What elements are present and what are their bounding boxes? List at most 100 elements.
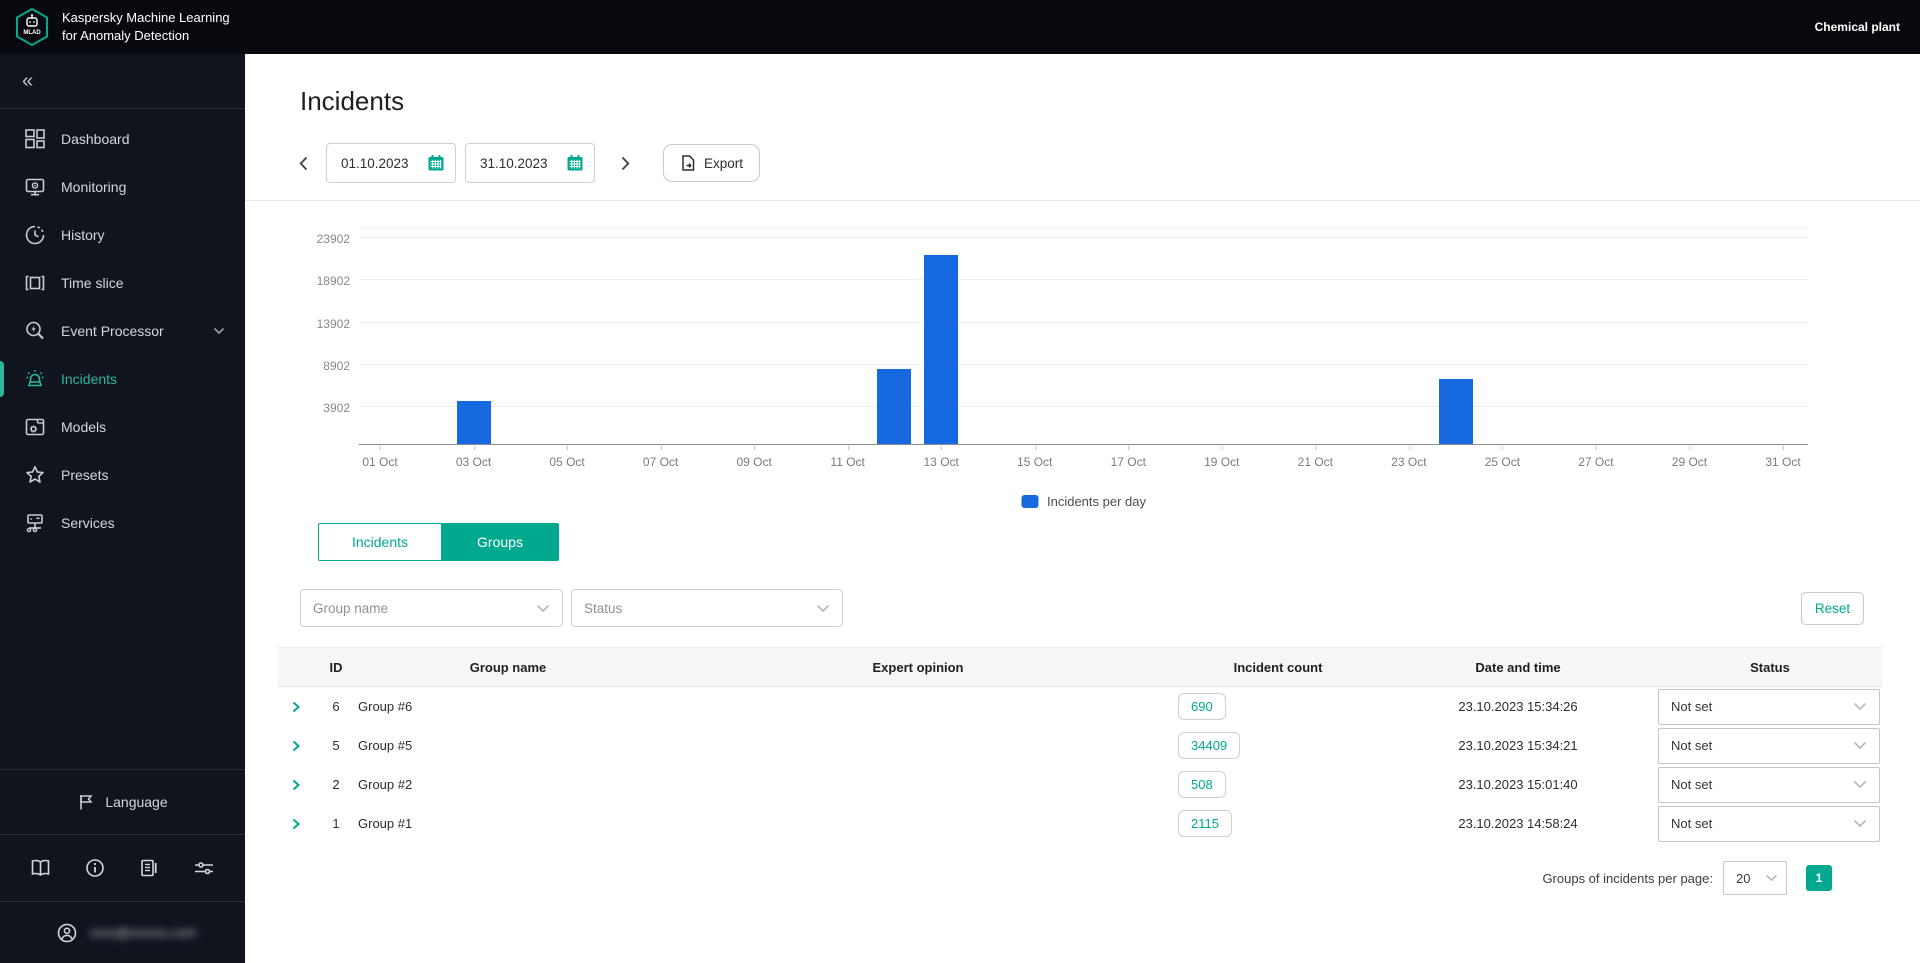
column-expert-opinion: Expert opinion <box>658 660 1178 675</box>
bar-12-oct[interactable] <box>877 369 911 444</box>
sidebar: « Dashboard Monitoring <box>0 54 245 963</box>
sidebar-item-incidents[interactable]: Incidents <box>0 355 245 403</box>
info-icon[interactable] <box>85 858 105 878</box>
cell-id: 6 <box>314 699 358 714</box>
page-number-button[interactable]: 1 <box>1806 865 1832 891</box>
incident-count-badge[interactable]: 2115 <box>1178 810 1232 837</box>
per-page-select[interactable]: 20 <box>1723 861 1787 895</box>
group-name-filter-select[interactable]: Group name <box>300 589 563 627</box>
y-axis-tick-label: 23902 <box>317 232 350 246</box>
status-select[interactable]: Not set <box>1658 806 1880 842</box>
x-axis-tick-label: 19 Oct <box>1204 455 1239 469</box>
event-processor-icon <box>24 320 46 342</box>
bar-24-oct[interactable] <box>1439 379 1473 444</box>
cell-id: 1 <box>314 816 358 831</box>
x-axis-tick-label: 27 Oct <box>1578 455 1613 469</box>
status-value: Not set <box>1671 816 1712 831</box>
sidebar-item-history[interactable]: History <box>0 211 245 259</box>
x-axis-tick <box>1783 446 1784 450</box>
status-filter-select[interactable]: Status <box>571 589 843 627</box>
user-avatar-icon <box>56 922 78 944</box>
status-select[interactable]: Not set <box>1658 767 1880 803</box>
table-row: 1Group #1 2115 23.10.2023 14:58:24 Not set <box>278 804 1882 843</box>
incidents-siren-icon <box>24 368 46 390</box>
cell-datetime: 23.10.2023 14:58:24 <box>1378 816 1658 831</box>
sidebar-nav: Dashboard Monitoring History <box>0 109 245 547</box>
x-axis-tick <box>1689 446 1690 450</box>
x-axis-tick-label: 29 Oct <box>1672 455 1707 469</box>
export-button[interactable]: Export <box>663 144 760 182</box>
reset-filters-button[interactable]: Reset <box>1801 592 1864 625</box>
calendar-icon[interactable] <box>427 154 445 172</box>
services-icon <box>24 512 46 534</box>
y-axis-tick-label: 3902 <box>323 401 350 415</box>
table-body: 6Group #669023.10.2023 15:34:26Not set5G… <box>278 687 1882 843</box>
incident-count-badge[interactable]: 690 <box>1178 693 1226 720</box>
language-button[interactable]: Language <box>0 770 245 834</box>
cell-group-name: Group #5 <box>358 738 658 753</box>
expand-row-icon[interactable] <box>278 701 314 713</box>
language-flag-icon <box>77 793 95 811</box>
sidebar-item-models[interactable]: Models <box>0 403 245 451</box>
chevron-down-icon <box>1853 819 1867 828</box>
mlad-hexagon-logo-icon: MLAD <box>14 7 50 47</box>
time-slice-icon <box>24 272 46 294</box>
x-axis-tick-label: 01 Oct <box>362 455 397 469</box>
sidebar-collapse-button[interactable]: « <box>22 70 31 93</box>
cell-group-name: Group #2 <box>358 777 658 792</box>
dashboard-icon <box>24 128 46 150</box>
chart-x-axis <box>359 444 1808 445</box>
bar-03-oct[interactable] <box>457 401 491 444</box>
user-account[interactable]: xxxx@xxxxxx.com <box>0 902 245 963</box>
export-icon <box>680 154 696 172</box>
status-select[interactable]: Not set <box>1658 689 1880 725</box>
date-to-value[interactable] <box>480 156 566 171</box>
x-axis-tick <box>567 446 568 450</box>
bar-13-oct[interactable] <box>924 255 958 444</box>
book-icon[interactable] <box>30 859 51 877</box>
date-to-input[interactable] <box>465 143 595 183</box>
x-axis-tick-label: 03 Oct <box>456 455 491 469</box>
app-logo: MLAD <box>14 7 50 47</box>
chart-gridline <box>359 279 1808 280</box>
x-axis-tick-label: 21 Oct <box>1298 455 1333 469</box>
next-period-button[interactable] <box>611 149 639 177</box>
filters-row: Group name Status <box>300 589 843 627</box>
chart-gridline <box>359 364 1808 365</box>
expand-row-icon[interactable] <box>278 818 314 830</box>
chart-gridline <box>359 237 1808 238</box>
changelog-icon[interactable] <box>139 858 159 878</box>
sidebar-item-presets[interactable]: Presets <box>0 451 245 499</box>
chart-legend: Incidents per day <box>1021 494 1146 509</box>
pagination: Groups of incidents per page: 20 1 <box>1542 861 1832 895</box>
x-axis-tick <box>941 446 942 450</box>
cell-id: 5 <box>314 738 358 753</box>
tab-groups[interactable]: Groups <box>441 523 559 561</box>
sidebar-item-monitoring[interactable]: Monitoring <box>0 163 245 211</box>
expand-row-icon[interactable] <box>278 740 314 752</box>
previous-period-button[interactable] <box>289 149 317 177</box>
settings-sliders-icon[interactable] <box>193 859 215 877</box>
cell-group-name: Group #6 <box>358 699 658 714</box>
legend-swatch <box>1021 495 1038 508</box>
tab-incidents[interactable]: Incidents <box>318 523 442 561</box>
incident-count-badge[interactable]: 34409 <box>1178 732 1240 759</box>
date-from-value[interactable] <box>341 156 427 171</box>
chevron-down-icon <box>816 604 830 613</box>
sidebar-item-services[interactable]: Services <box>0 499 245 547</box>
incident-count-badge[interactable]: 508 <box>1178 771 1226 798</box>
sidebar-item-event-processor[interactable]: Event Processor <box>0 307 245 355</box>
cell-group-name: Group #1 <box>358 816 658 831</box>
x-axis-tick <box>1409 446 1410 450</box>
cell-datetime: 23.10.2023 15:01:40 <box>1378 777 1658 792</box>
calendar-icon[interactable] <box>566 154 584 172</box>
chevron-down-icon <box>536 604 550 613</box>
sidebar-item-dashboard[interactable]: Dashboard <box>0 115 245 163</box>
main-content: Incidents <box>245 54 1920 963</box>
status-select[interactable]: Not set <box>1658 728 1880 764</box>
sidebar-item-time-slice[interactable]: Time slice <box>0 259 245 307</box>
expand-row-icon[interactable] <box>278 779 314 791</box>
date-from-input[interactable] <box>326 143 456 183</box>
x-axis-tick-label: 25 Oct <box>1485 455 1520 469</box>
cell-id: 2 <box>314 777 358 792</box>
